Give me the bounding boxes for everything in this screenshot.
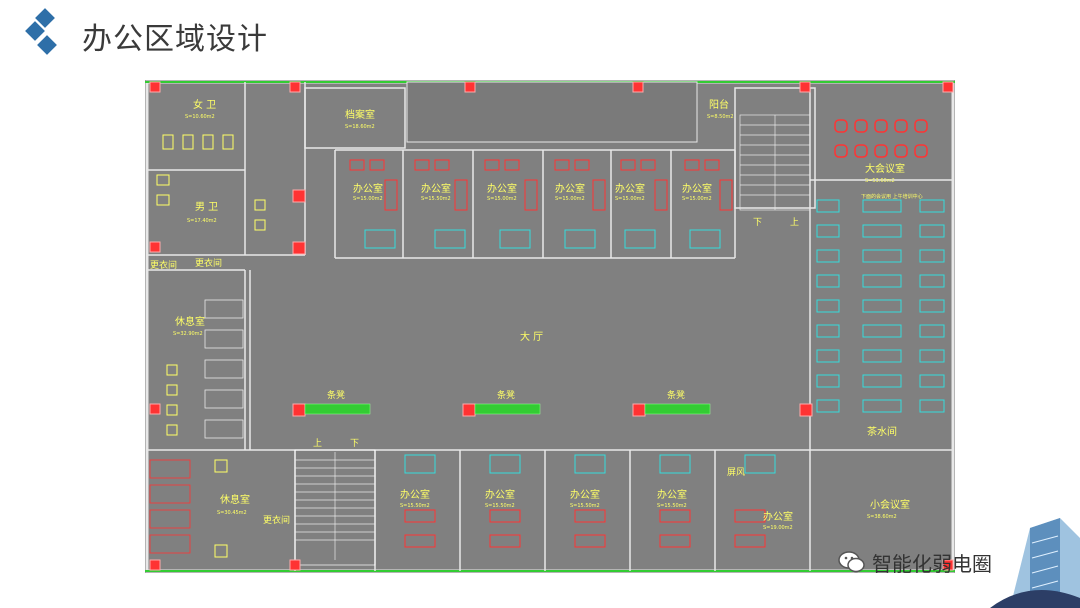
office-label: 办公室 xyxy=(485,488,515,501)
room-area-rest-bottom: S=30.45m2 xyxy=(217,510,247,516)
building-image-icon xyxy=(990,518,1080,608)
room-label-archive: 档案室 xyxy=(345,108,375,121)
counter-label: 条凳 xyxy=(667,389,685,401)
room-label-changing-bottom: 更衣间 xyxy=(263,514,290,526)
room-label-rest-bottom: 休息室 xyxy=(220,493,250,506)
room-label-male-wc: 男 卫 xyxy=(195,201,218,213)
office-label: 办公室 xyxy=(657,488,687,501)
room-label-female-wc: 女 卫 xyxy=(193,98,216,111)
stair-up-label: 上 xyxy=(313,438,322,449)
office-area: S=15.50m2 xyxy=(400,503,430,509)
title-bar: 办公区域设计 xyxy=(0,0,1080,70)
room-label-guard: 屏风 xyxy=(727,467,745,478)
office-area: S=15.00m2 xyxy=(682,196,712,202)
room-area-male-wc: S=17.40m2 xyxy=(187,218,217,224)
room-label-rest-top: 休息室 xyxy=(175,315,205,328)
room-label-small-meeting: 小会议室 xyxy=(870,498,910,511)
room-area-rest-top: S=32.90m2 xyxy=(173,331,203,337)
room-label-hall: 大 厅 xyxy=(520,330,543,343)
page-title: 办公区域设计 xyxy=(82,22,268,57)
office-area: S=15.00m2 xyxy=(555,196,585,202)
watermark-text: 智能化弱电圈 xyxy=(872,551,992,576)
room-label-big-meeting: 大会议室 xyxy=(865,162,905,175)
floor-plan: 女 卫 S=10.60m2 男 卫 S=17.40m2 档案室 S=18.60m… xyxy=(145,80,955,573)
room-label-tea: 茶水间 xyxy=(867,425,897,438)
office-label: 办公室 xyxy=(353,182,383,195)
room-area-archive: S=18.60m2 xyxy=(345,124,375,130)
office-area: S=19.00m2 xyxy=(763,525,793,531)
office-label: 办公室 xyxy=(763,510,793,523)
office-area: S=15.50m2 xyxy=(570,503,600,509)
office-label: 办公室 xyxy=(682,182,712,195)
room-label-balcony: 阳台 xyxy=(709,98,729,111)
office-area: S=15.50m2 xyxy=(657,503,687,509)
office-area: S=15.50m2 xyxy=(421,196,451,202)
office-area: S=15.00m2 xyxy=(353,196,383,202)
stair-down-label: 下 xyxy=(350,439,359,449)
counter-label: 条凳 xyxy=(327,389,345,401)
office-label: 办公室 xyxy=(400,488,430,501)
floor-plan-svg: 女 卫 S=10.60m2 男 卫 S=17.40m2 档案室 S=18.60m… xyxy=(145,80,955,573)
watermark: 智能化弱电圈 xyxy=(838,542,992,582)
office-label: 办公室 xyxy=(555,182,585,195)
office-area: S=15.50m2 xyxy=(485,503,515,509)
stair2-down-label: 下 xyxy=(753,218,762,228)
room-label-training: 下面的会议用 上午培训中心 xyxy=(861,193,923,200)
room-label-changing-top: 更衣间 xyxy=(150,259,177,271)
stair2-up-label: 上 xyxy=(790,217,799,228)
office-area: S=15.00m2 xyxy=(487,196,517,202)
room-label-changing-top-2: 更衣间 xyxy=(195,257,222,269)
office-label: 办公室 xyxy=(615,182,645,195)
wechat-icon xyxy=(838,551,865,573)
office-area: S=15.00m2 xyxy=(615,196,645,202)
office-label: 办公室 xyxy=(570,488,600,501)
counter-label: 条凳 xyxy=(497,389,515,401)
office-label: 办公室 xyxy=(487,182,517,195)
office-label: 办公室 xyxy=(421,182,451,195)
room-area-small-meeting: S=38.60m2 xyxy=(867,514,897,520)
diamond-logo-icon xyxy=(25,8,57,55)
room-area-female-wc: S=10.60m2 xyxy=(185,114,215,120)
room-area-big-meeting: S=53.60m2 xyxy=(865,178,895,184)
room-area-balcony: S=8.50m2 xyxy=(707,114,734,120)
